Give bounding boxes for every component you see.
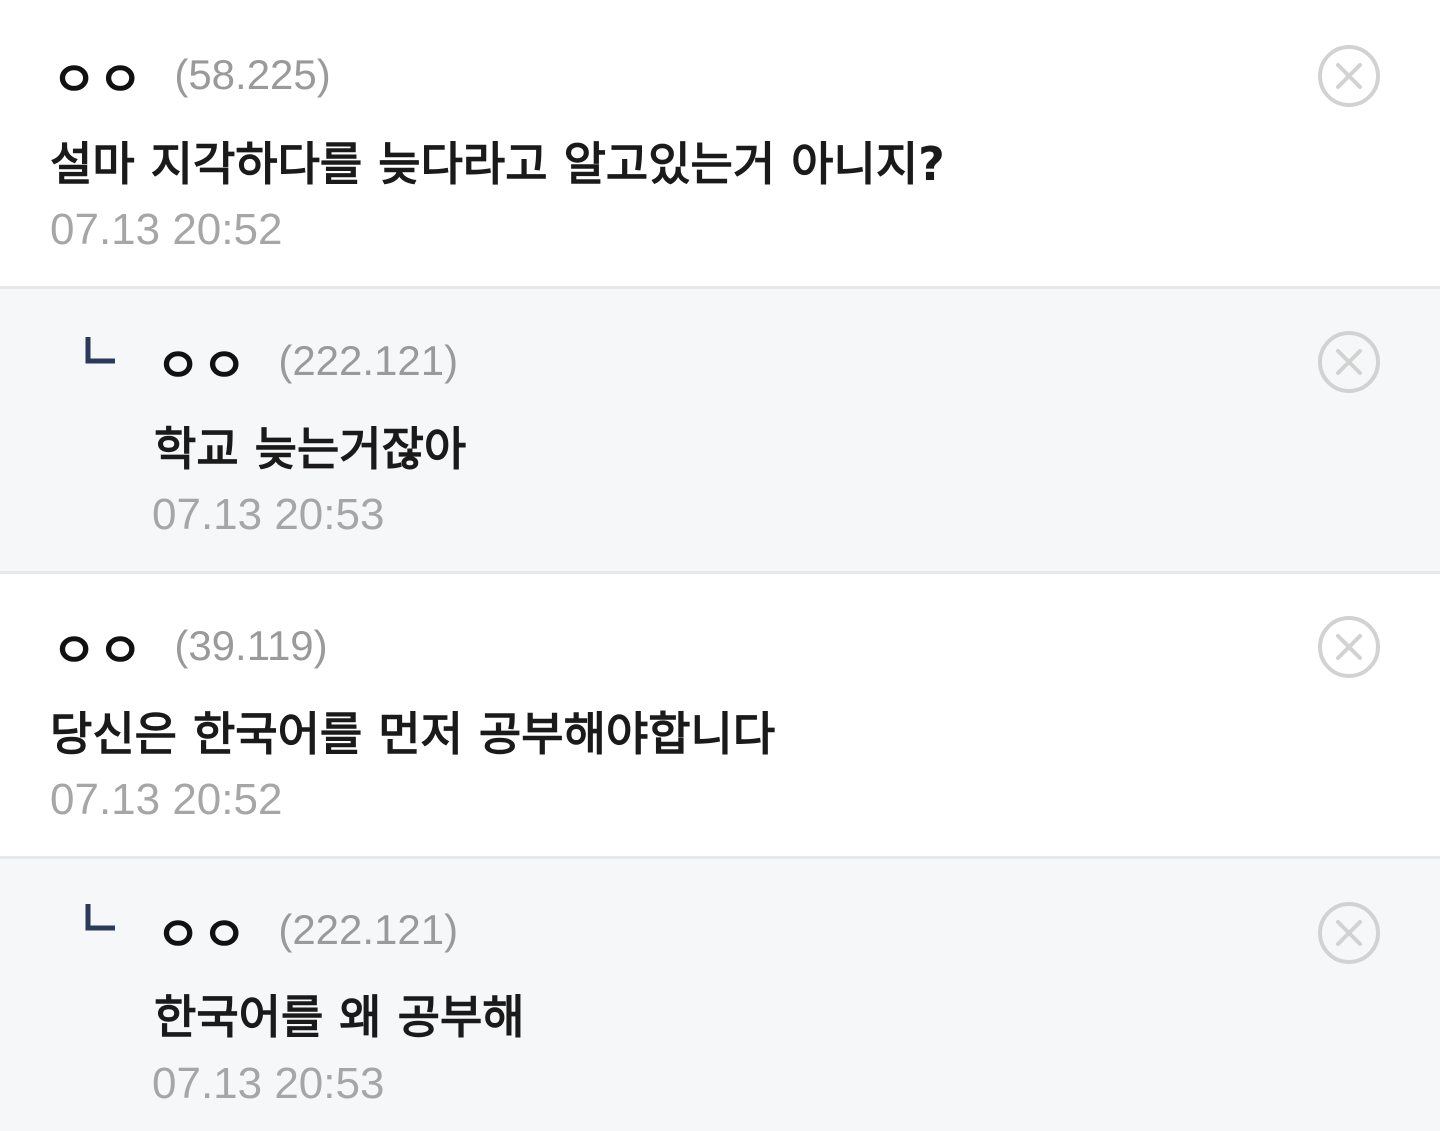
comment-nickname[interactable]: ㅇㅇ	[52, 611, 144, 681]
comment-ip: (222.121)	[278, 337, 459, 384]
close-circle-icon[interactable]	[1317, 330, 1381, 394]
comment-meta: ㅇㅇ (39.119)	[52, 611, 328, 681]
comment-nickname[interactable]: ㅇㅇ	[156, 895, 248, 965]
close-circle-icon[interactable]	[1317, 615, 1381, 679]
comment-nickname[interactable]: ㅇㅇ	[52, 40, 144, 110]
comment-ip: (222.121)	[278, 906, 459, 953]
comment-ip: (58.225)	[174, 51, 331, 98]
comment-meta: ㅇㅇ (222.121)	[156, 326, 458, 396]
comment-meta: ㅇㅇ (58.225)	[52, 40, 331, 110]
comment-list: ㅇㅇ (58.225) 설마 지각하다를 늦다라고 알고있는거 아니지? 07.…	[0, 0, 1440, 1131]
reply-item: ㅇㅇ (222.121) 한국어를 왜 공부해 07.13 20:53	[0, 859, 1440, 1131]
comment-date: 07.13 20:52	[50, 775, 283, 824]
reply-arrow-icon	[85, 337, 115, 364]
close-circle-icon[interactable]	[1317, 901, 1381, 965]
comment-meta: ㅇㅇ (222.121)	[156, 895, 458, 965]
comment-nickname[interactable]: ㅇㅇ	[156, 326, 248, 396]
comment-date: 07.13 20:53	[152, 490, 385, 539]
comment-text: 한국어를 왜 공부해	[154, 990, 525, 1044]
comment-date: 07.13 20:52	[50, 205, 283, 254]
comment-item: ㅇㅇ (39.119) 당신은 한국어를 먼저 공부해야합니다 07.13 20…	[0, 574, 1440, 856]
close-circle-icon[interactable]	[1317, 44, 1381, 108]
comment-text: 설마 지각하다를 늦다라고 알고있는거 아니지?	[50, 137, 945, 191]
comment-date: 07.13 20:53	[152, 1059, 385, 1108]
comment-ip: (39.119)	[174, 622, 328, 669]
comment-text: 당신은 한국어를 먼저 공부해야합니다	[50, 707, 776, 761]
reply-arrow-icon	[85, 904, 115, 931]
comment-text: 학교 늦는거잖아	[154, 422, 467, 476]
comment-item: ㅇㅇ (58.225) 설마 지각하다를 늦다라고 알고있는거 아니지? 07.…	[0, 0, 1440, 286]
reply-item: ㅇㅇ (222.121) 학교 늦는거잖아 07.13 20:53	[0, 289, 1440, 571]
